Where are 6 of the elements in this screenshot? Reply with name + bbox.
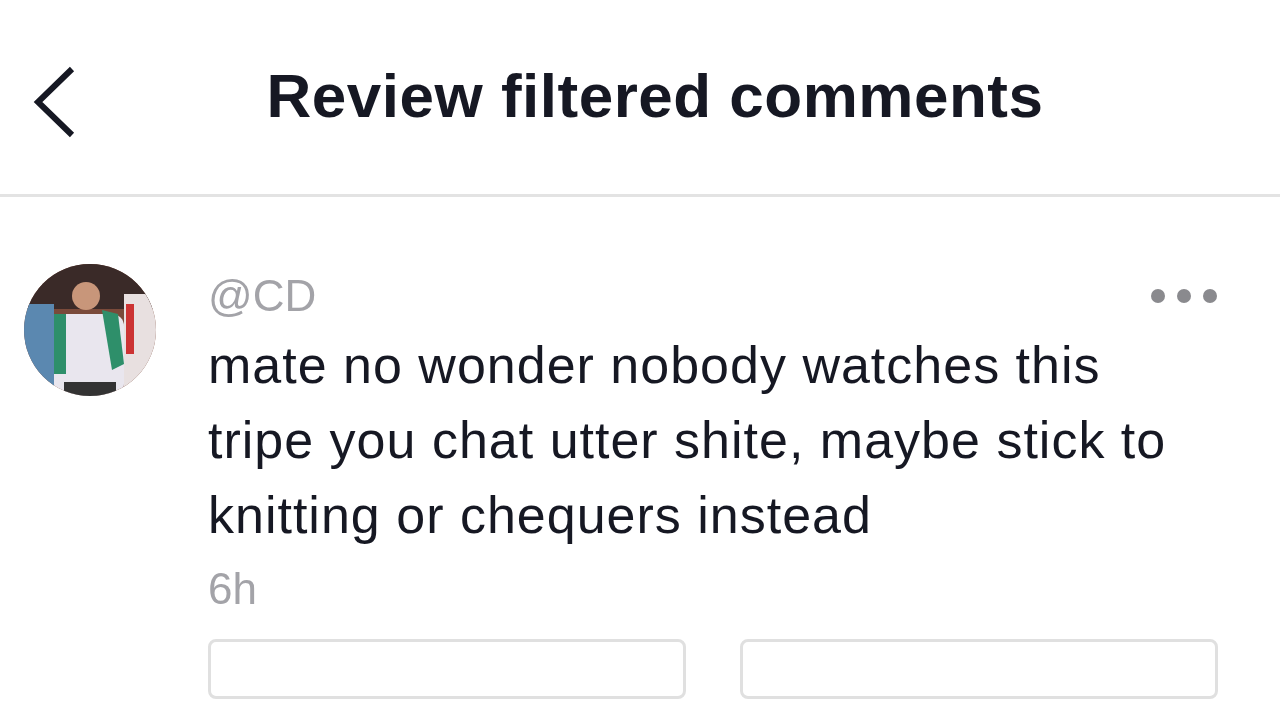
page-title: Review filtered comments xyxy=(265,59,1045,132)
more-icon[interactable] xyxy=(1150,288,1218,304)
back-icon[interactable] xyxy=(32,66,76,138)
comment-time: 6h xyxy=(208,563,258,615)
username[interactable]: @CD xyxy=(208,271,317,321)
comment-text: mate no wonder nobody watches this tripe you chat utter shite, maybe stick to knitting or chequers instead xyxy=(208,335,1168,546)
